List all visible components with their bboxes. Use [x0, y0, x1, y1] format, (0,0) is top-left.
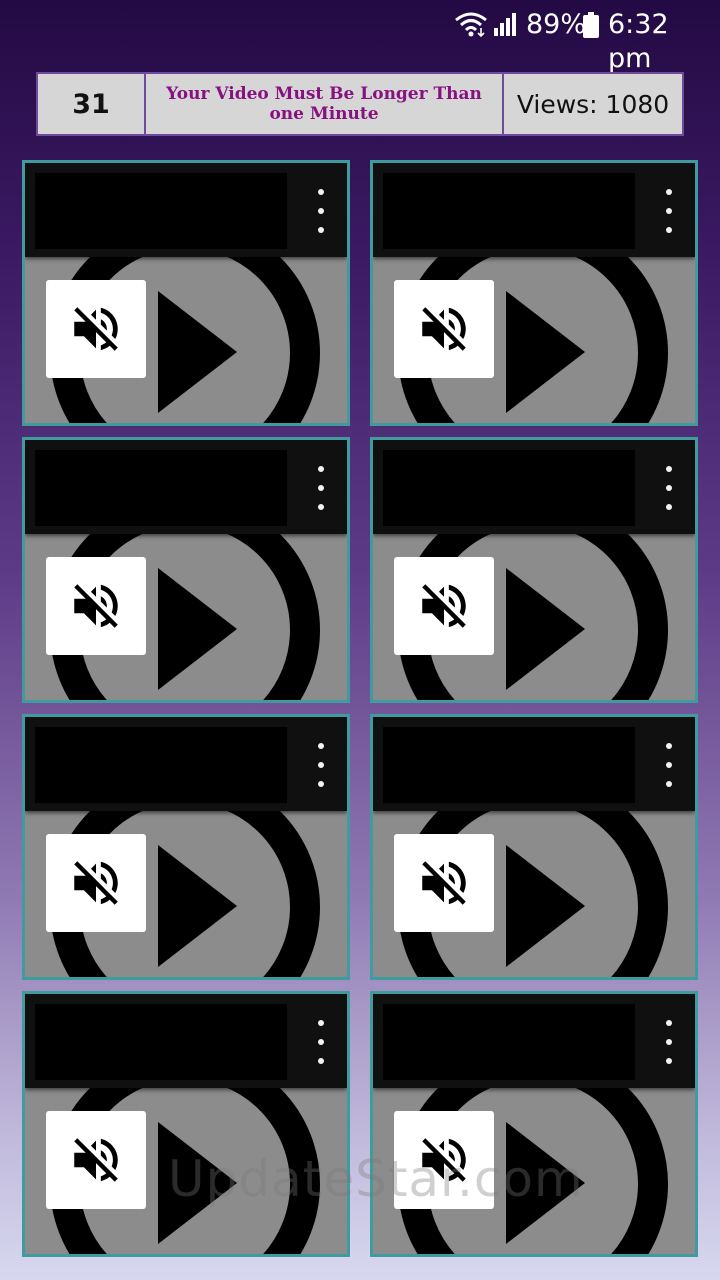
video-card[interactable]	[22, 991, 350, 1257]
views-counter: Views: 1080	[516, 89, 670, 119]
video-title	[383, 1004, 635, 1080]
mute-button[interactable]	[46, 557, 146, 655]
more-vert-icon[interactable]	[309, 466, 333, 510]
mute-button[interactable]	[394, 280, 494, 378]
video-card[interactable]	[22, 437, 350, 703]
status-bar: 89% 6:32 pm	[0, 0, 720, 74]
video-title-bar	[25, 994, 347, 1088]
mute-button[interactable]	[394, 557, 494, 655]
video-card[interactable]	[22, 160, 350, 426]
header-strip: 31 Your Video Must Be Longer Than one Mi…	[36, 72, 684, 136]
video-title-bar	[373, 994, 695, 1088]
video-title-bar	[25, 163, 347, 257]
volume-off-icon	[74, 584, 118, 628]
video-title	[35, 1004, 287, 1080]
more-vert-icon[interactable]	[309, 1020, 333, 1064]
video-length-notice: Your Video Must Be Longer Than one Minut…	[146, 74, 504, 134]
video-card[interactable]	[22, 714, 350, 980]
more-vert-icon[interactable]	[309, 743, 333, 787]
signal-icon	[494, 13, 516, 36]
mute-button[interactable]	[394, 834, 494, 932]
more-vert-icon[interactable]	[657, 743, 681, 787]
more-vert-icon[interactable]	[309, 189, 333, 233]
volume-off-icon	[422, 1138, 466, 1182]
video-card[interactable]	[370, 437, 698, 703]
video-grid	[22, 160, 698, 1257]
video-title	[383, 450, 635, 526]
mute-button[interactable]	[394, 1111, 494, 1209]
video-title-bar	[373, 440, 695, 534]
video-title-bar	[25, 717, 347, 811]
more-vert-icon[interactable]	[657, 189, 681, 233]
wifi-icon	[455, 12, 487, 38]
volume-off-icon	[74, 307, 118, 351]
clock: 6:32 pm	[608, 9, 669, 74]
video-title-bar	[373, 163, 695, 257]
video-card[interactable]	[370, 160, 698, 426]
volume-off-icon	[422, 307, 466, 351]
more-vert-icon[interactable]	[657, 1020, 681, 1064]
video-title	[35, 450, 287, 526]
volume-off-icon	[74, 861, 118, 905]
mute-button[interactable]	[46, 834, 146, 932]
more-vert-icon[interactable]	[657, 466, 681, 510]
video-title	[383, 173, 635, 249]
battery-icon	[583, 12, 599, 38]
volume-off-icon	[422, 584, 466, 628]
volume-off-icon	[74, 1138, 118, 1182]
mute-button[interactable]	[46, 280, 146, 378]
video-title-bar	[25, 440, 347, 534]
video-card[interactable]	[370, 991, 698, 1257]
video-title	[383, 727, 635, 803]
video-title-bar	[373, 717, 695, 811]
volume-off-icon	[422, 861, 466, 905]
video-count: 31	[38, 74, 146, 134]
video-title	[35, 173, 287, 249]
battery-percentage: 89%	[526, 9, 587, 40]
mute-button[interactable]	[46, 1111, 146, 1209]
video-title	[35, 727, 287, 803]
video-card[interactable]	[370, 714, 698, 980]
